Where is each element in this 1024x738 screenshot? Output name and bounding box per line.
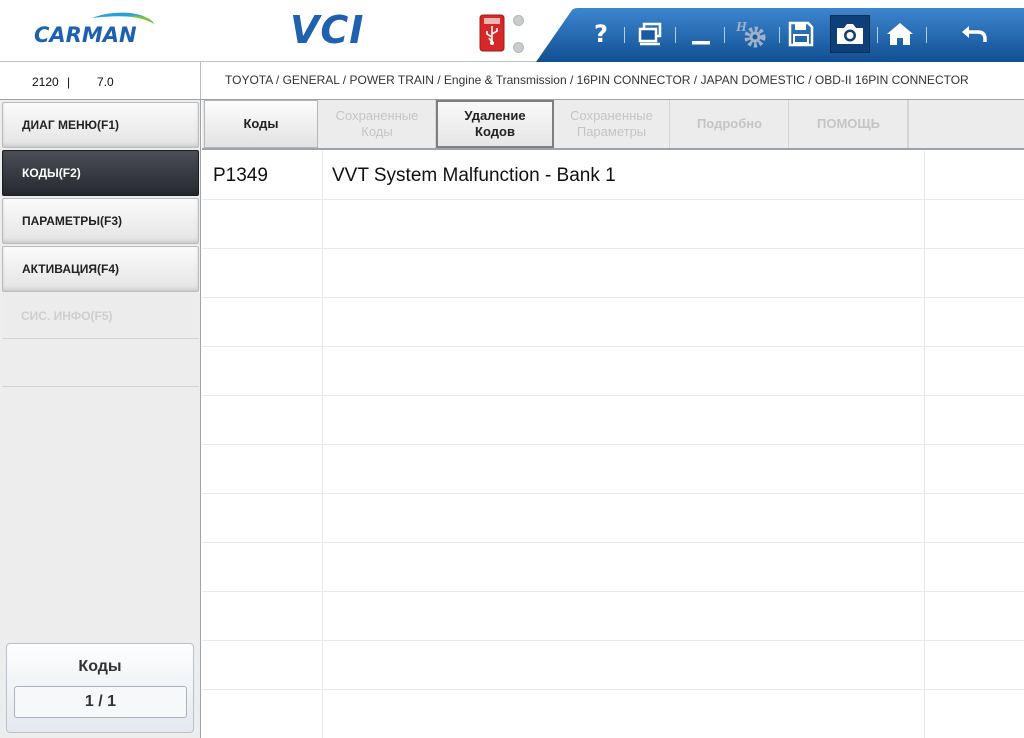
- table-row: [202, 347, 1024, 396]
- svg-text:CARMAN: CARMAN: [34, 23, 137, 47]
- counter-value: 1 / 1: [14, 686, 187, 718]
- sidebar-empty-slot: [2, 340, 199, 387]
- table-row: [202, 396, 1024, 445]
- version-number: 2120: [32, 75, 59, 89]
- version-box: 2120 | 7.0: [0, 62, 201, 99]
- app-header: CARMAN VCI ? H: [0, 0, 1024, 62]
- status-dot: [513, 42, 524, 53]
- tab-codes[interactable]: Коды: [204, 100, 318, 148]
- tab-label: Подробно: [696, 116, 763, 131]
- table-row: [202, 298, 1024, 347]
- dtc-description: VVT System Malfunction - Bank 1: [332, 164, 616, 186]
- table-row[interactable]: P1349 VVT System Malfunction - Bank 1: [202, 151, 1024, 200]
- help-button[interactable]: ?: [586, 14, 616, 54]
- codes-table: P1349 VVT System Malfunction - Bank 1: [202, 151, 1024, 738]
- carman-logo: CARMAN: [34, 12, 154, 47]
- top-toolbar: ? H: [536, 8, 1024, 62]
- tab-label: Сохраненные Параметры: [570, 108, 653, 139]
- settings-icon: H: [735, 20, 766, 48]
- status-dot: [513, 15, 524, 26]
- tab-filler: [908, 100, 1024, 148]
- table-row: [202, 543, 1024, 592]
- tab-help: ПОМОЩЬ: [790, 100, 908, 148]
- tab-details: Подробно: [671, 100, 789, 148]
- settings-button[interactable]: H: [732, 14, 772, 54]
- sidebar-item-activation[interactable]: АКТИВАЦИЯ(F4): [2, 246, 199, 292]
- table-row: [202, 494, 1024, 543]
- sidebar-item-diag-menu[interactable]: ДИАГ МЕНЮ(F1): [2, 102, 199, 148]
- minimize-button[interactable]: [686, 14, 716, 54]
- window-icon: [638, 22, 662, 46]
- function-tabs: Коды Сохраненные Коды Удаление Кодов Сохра…: [202, 100, 1024, 150]
- tab-label: Коды: [243, 116, 279, 131]
- tab-label: Удаление Кодов: [464, 108, 526, 139]
- tab-label: Сохраненные Коды: [335, 108, 419, 139]
- minimize-icon: [692, 41, 710, 45]
- connection-status-indicator: [513, 15, 525, 55]
- camera-icon: [837, 24, 863, 44]
- version-sub: 7.0: [97, 75, 114, 89]
- help-icon: ?: [594, 20, 608, 48]
- save-button[interactable]: [786, 14, 816, 54]
- product-title: VCI: [290, 8, 365, 52]
- breadcrumb: TOYOTA / GENERAL / POWER TRAIN / Engine …: [225, 73, 969, 87]
- home-icon: [887, 23, 913, 45]
- back-icon: [962, 26, 987, 42]
- tab-saved-parameters: Сохраненные Параметры: [554, 100, 670, 148]
- tab-label: ПОМОЩЬ: [817, 116, 880, 131]
- back-button[interactable]: [957, 14, 991, 54]
- table-row: [202, 641, 1024, 690]
- table-row: [202, 249, 1024, 298]
- table-row: [202, 445, 1024, 494]
- dtc-code: P1349: [213, 164, 268, 186]
- save-icon: [788, 21, 814, 47]
- codes-counter: Коды 1 / 1: [6, 643, 194, 733]
- usb-icon: [479, 14, 505, 52]
- table-row: [202, 690, 1024, 738]
- version-separator: |: [67, 75, 71, 89]
- sidebar-item-system-info: СИС. ИНФО(F5): [2, 293, 199, 339]
- window-button[interactable]: [635, 14, 665, 54]
- sidebar-item-parameters[interactable]: ПАРАМЕТРЫ(F3): [2, 198, 199, 244]
- sidebar-item-codes[interactable]: КОДЫ(F2): [2, 150, 199, 196]
- tab-clear-codes[interactable]: Удаление Кодов: [436, 100, 554, 148]
- table-row: [202, 592, 1024, 641]
- info-bar: 2120 | 7.0 TOYOTA / GENERAL / POWER TRAI…: [0, 62, 1024, 100]
- capture-button[interactable]: [830, 15, 870, 53]
- tab-saved-codes: Сохраненные Коды: [319, 100, 436, 148]
- table-row: [202, 200, 1024, 249]
- counter-title: Коды: [78, 658, 122, 675]
- sidebar: ДИАГ МЕНЮ(F1) КОДЫ(F2) ПАРАМЕТРЫ(F3) АКТ…: [0, 100, 201, 738]
- home-button[interactable]: [885, 14, 915, 54]
